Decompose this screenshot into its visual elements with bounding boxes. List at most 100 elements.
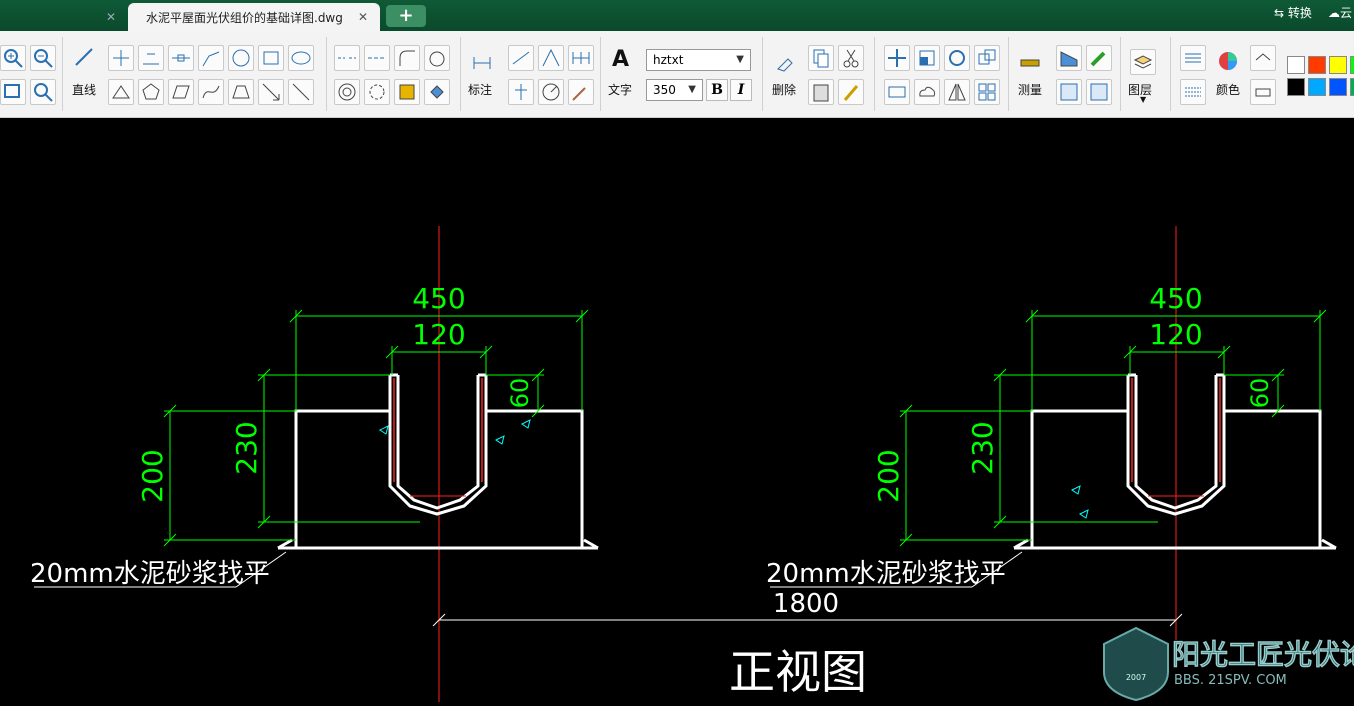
break-icon[interactable]	[334, 45, 360, 71]
move-icon[interactable]	[884, 45, 910, 71]
curve-icon[interactable]	[198, 79, 224, 105]
zoom-window-icon[interactable]	[0, 79, 26, 105]
drawing-canvas[interactable]: 450 120 60 230 200 20mm水泥砂浆找平 450 120 60…	[0, 118, 1354, 702]
color-wheel-icon[interactable]	[1216, 49, 1242, 75]
explode-icon[interactable]	[364, 79, 390, 105]
trapezoid-icon[interactable]	[228, 79, 254, 105]
rectangle-icon[interactable]	[258, 45, 284, 71]
color-swatch-blue[interactable]	[1329, 78, 1347, 96]
text-tool-icon[interactable]: A	[612, 47, 629, 72]
color-swatch-cyan[interactable]	[1308, 78, 1326, 96]
extend-icon[interactable]	[364, 45, 390, 71]
measure-label[interactable]: 测量	[1018, 81, 1042, 98]
construction-line-icon[interactable]	[168, 45, 194, 71]
separator	[460, 37, 461, 111]
dim-200-right: 200	[872, 449, 905, 502]
chevron-down-icon: ▼	[688, 84, 696, 95]
export-icon[interactable]	[1086, 79, 1112, 105]
cad-drawing: 450 120 60 230 200 20mm水泥砂浆找平 450 120 60…	[30, 226, 1337, 702]
ruler-icon[interactable]	[1018, 51, 1044, 77]
delete-label[interactable]: 删除	[772, 81, 796, 98]
revision-cloud-icon[interactable]	[914, 79, 940, 105]
color-swatch-green[interactable]	[1350, 56, 1354, 74]
angular-dim-icon[interactable]	[538, 45, 564, 71]
pentagon-icon[interactable]	[138, 79, 164, 105]
zoom-out-icon[interactable]	[30, 45, 56, 71]
chevron-down-icon[interactable]: ▼	[1140, 95, 1146, 104]
radius-dim-icon[interactable]	[538, 79, 564, 105]
offset-icon[interactable]	[334, 79, 360, 105]
color-swatch-darkgreen[interactable]	[1350, 78, 1354, 96]
dimension-label[interactable]: 标注	[468, 81, 492, 98]
separator	[326, 37, 327, 111]
italic-button[interactable]: I	[730, 79, 752, 101]
layer-icon[interactable]	[1130, 49, 1156, 75]
paste-icon[interactable]	[808, 79, 834, 105]
separator	[874, 37, 875, 111]
cut-icon[interactable]	[838, 45, 864, 71]
array-icon[interactable]	[974, 45, 1000, 71]
aligned-dim-icon[interactable]	[508, 45, 534, 71]
copy-icon[interactable]	[808, 45, 834, 71]
color-swatch-white[interactable]	[1287, 56, 1305, 74]
text-tool-label[interactable]: 文字	[608, 81, 632, 98]
convert-icon: ⇆	[1274, 6, 1288, 20]
arrow-line-icon[interactable]	[258, 79, 284, 105]
circle-icon[interactable]	[228, 45, 254, 71]
dim-450-left: 450	[412, 282, 465, 315]
ray-icon[interactable]	[138, 45, 164, 71]
chamfer-icon[interactable]	[424, 45, 450, 71]
double-arrow-icon[interactable]	[288, 79, 314, 105]
color-swatch-red[interactable]	[1308, 56, 1326, 74]
lineweight-icon[interactable]	[1180, 79, 1206, 105]
zoom-in-icon[interactable]	[0, 45, 26, 71]
parallelogram-icon[interactable]	[168, 79, 194, 105]
mirror-icon[interactable]	[944, 79, 970, 105]
spline-icon[interactable]	[198, 45, 224, 71]
polyline-icon[interactable]	[108, 45, 134, 71]
color-label[interactable]: 颜色	[1216, 81, 1240, 98]
rotate-icon[interactable]	[944, 45, 970, 71]
tab-active-document[interactable]: 水泥平屋面光伏组价的基础详图.dwg ✕	[128, 3, 380, 31]
car-icon[interactable]	[1250, 79, 1276, 105]
linetype-icon[interactable]	[1180, 45, 1206, 71]
color-swatch-yellow[interactable]	[1329, 56, 1347, 74]
layer-state-icon[interactable]	[1250, 45, 1276, 71]
zoom-realtime-icon[interactable]	[30, 79, 56, 105]
line-tool-icon[interactable]	[72, 45, 98, 71]
dim-230-right: 230	[966, 421, 999, 474]
fill-icon[interactable]	[424, 79, 450, 105]
grid-icon[interactable]	[974, 79, 1000, 105]
import-icon[interactable]	[1056, 79, 1082, 105]
font-size-select[interactable]: 350 ▼	[646, 79, 703, 101]
fillet-icon[interactable]	[394, 45, 420, 71]
bold-button[interactable]: B	[706, 79, 728, 101]
tab-close-icon[interactable]: ✕	[106, 10, 116, 24]
tab-title: 水泥平屋面光伏组价的基础详图.dwg	[146, 10, 343, 25]
area-icon[interactable]	[1056, 45, 1082, 71]
font-name-select[interactable]: hztxt ▼	[646, 49, 751, 71]
foundation-left: 450 120 60 230 200 20mm水泥砂浆找平	[30, 282, 599, 589]
line-tool-label[interactable]: 直线	[72, 81, 96, 98]
match-properties-icon[interactable]	[838, 79, 864, 105]
dim-120-right: 120	[1149, 318, 1202, 351]
dim-120-left: 120	[412, 318, 465, 351]
eraser-icon[interactable]	[772, 51, 798, 77]
cloud-button[interactable]: ☁云	[1328, 4, 1352, 21]
hatch-icon[interactable]	[394, 79, 420, 105]
leader-icon[interactable]	[568, 79, 594, 105]
ordinate-dim-icon[interactable]	[508, 79, 534, 105]
new-tab-button[interactable]: +	[386, 5, 426, 27]
continuous-dim-icon[interactable]	[568, 45, 594, 71]
convert-button[interactable]: ⇆ 转换	[1274, 4, 1312, 21]
tab-close-icon[interactable]: ✕	[358, 10, 368, 24]
ellipse-icon[interactable]	[288, 45, 314, 71]
tab-inactive[interactable]: ✕	[0, 3, 128, 31]
pencil-icon[interactable]	[1086, 45, 1112, 71]
dimension-icon[interactable]	[470, 51, 496, 77]
scale-icon[interactable]	[914, 45, 940, 71]
color-swatch-black[interactable]	[1287, 78, 1305, 96]
triangle-icon[interactable]	[108, 79, 134, 105]
stretch-icon[interactable]	[884, 79, 910, 105]
shield-icon	[1103, 626, 1169, 702]
